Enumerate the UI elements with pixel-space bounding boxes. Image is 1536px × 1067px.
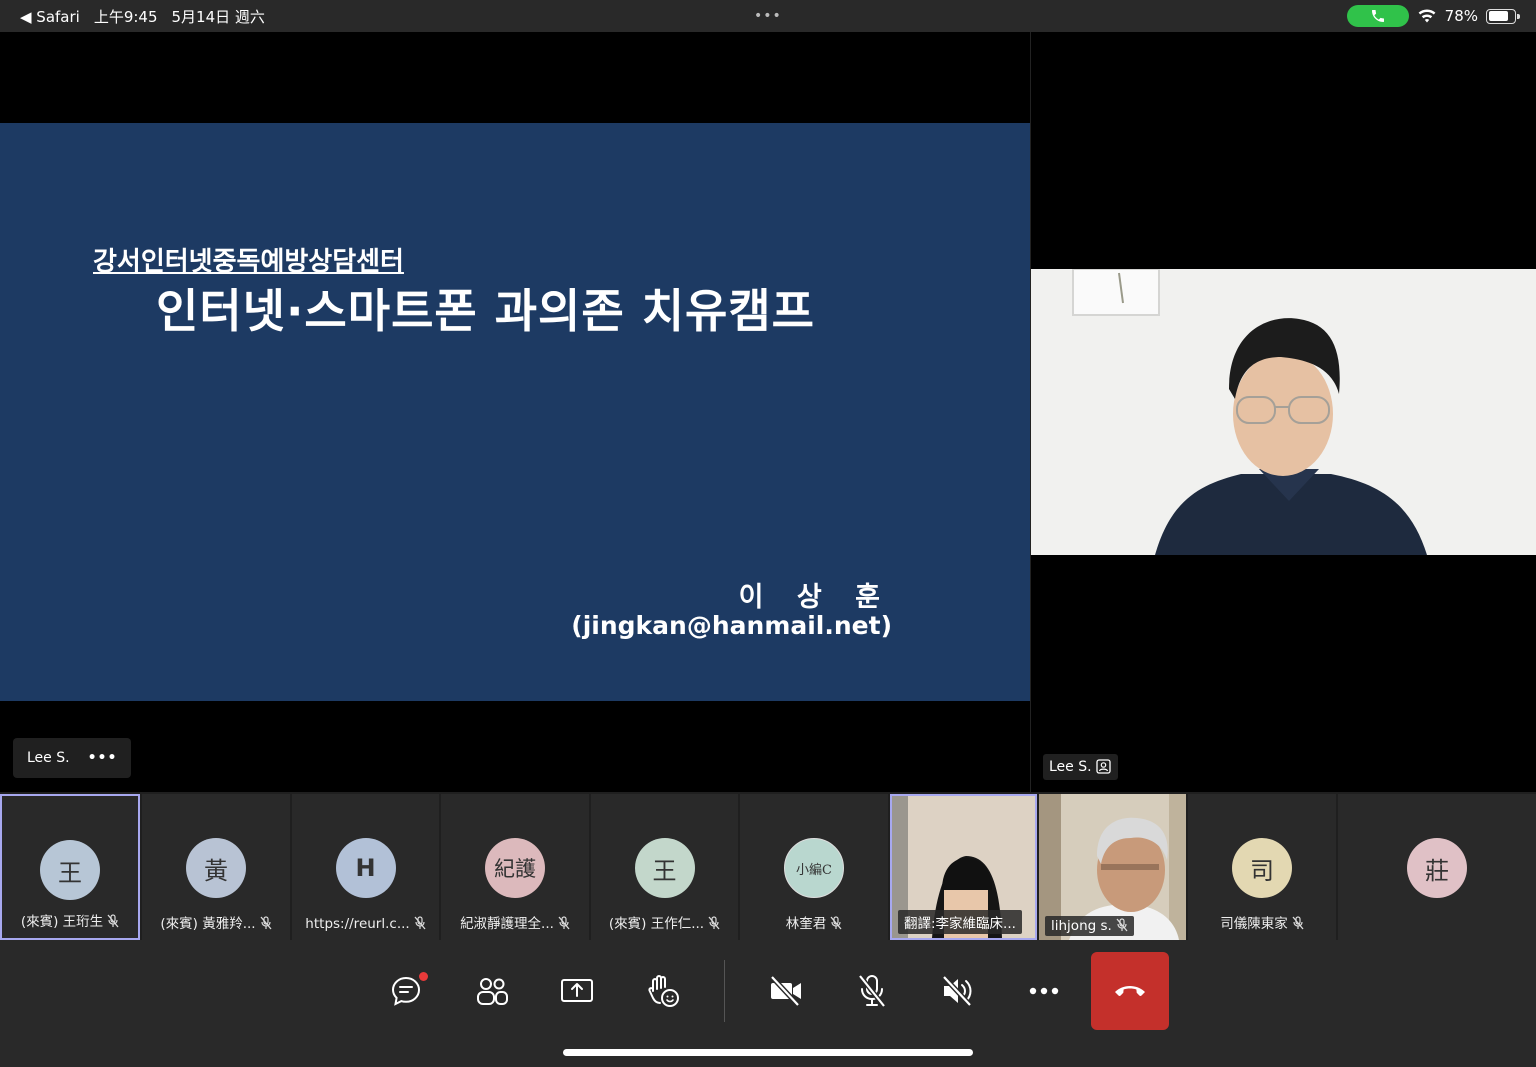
mic-off-icon	[858, 974, 886, 1008]
phone-icon	[1371, 10, 1384, 22]
participant-tile[interactable]: 司 司儀陳東家	[1188, 794, 1336, 940]
home-indicator[interactable]	[563, 1049, 973, 1056]
shared-content-stage[interactable]: 강서인터넷중독예방상담센터 인터넷·스마트폰 과의존 치유캠프 이 상 훈 (j…	[0, 32, 1030, 792]
battery-percent: 78%	[1444, 7, 1478, 25]
participant-name: 紀淑靜護理全...	[460, 916, 554, 932]
participant-tile[interactable]: 王 (來賓) 王作仁...	[591, 794, 738, 940]
participant-name: https://reurl.c...	[305, 916, 410, 932]
status-date: 5月14日 週六	[171, 8, 265, 26]
participant-avatar: 司	[1232, 838, 1292, 898]
speaker-video	[1031, 269, 1536, 555]
participant-avatar: 莊	[1407, 838, 1467, 898]
mic-off-icon	[260, 916, 272, 930]
participant-name: (來賓) 黃雅羚...	[160, 916, 256, 932]
speaker-off-icon	[942, 975, 972, 1007]
participant-tile[interactable]: 黃 (來賓) 黃雅羚...	[142, 794, 290, 940]
people-icon	[477, 978, 508, 1005]
main-stage-name-chip[interactable]: Lee S. •••	[13, 738, 132, 778]
leave-call-button[interactable]	[1091, 952, 1169, 1030]
main-stage-more-icon[interactable]: •••	[88, 750, 118, 766]
slide-subtitle: 강서인터넷중독예방상담센터	[93, 247, 404, 277]
participant-avatar: 黃	[186, 838, 246, 898]
chat-icon	[391, 976, 421, 1006]
participant-name: (來賓) 王珩生	[20, 914, 104, 930]
participant-video-tile[interactable]: lihjong s.	[1039, 794, 1186, 940]
status-bar: ◀ Safari 上午9:45 5月14日 週六 ••• 78%	[0, 0, 1536, 32]
status-time: 上午9:45	[93, 8, 158, 26]
side-stage-name-chip: Lee S.	[1043, 754, 1118, 780]
slide-presenter-name: 이 상 훈	[738, 582, 892, 613]
mic-off-icon	[1116, 918, 1128, 932]
participant-name: 司儀陳東家	[1220, 916, 1288, 932]
battery-icon	[1486, 8, 1520, 24]
participant-tile[interactable]: 莊	[1338, 794, 1536, 940]
spotlight-icon	[1095, 759, 1111, 774]
mic-off-icon	[107, 914, 119, 928]
participant-avatar: 王	[634, 838, 695, 898]
participant-tile[interactable]: 小編C 林奎君	[740, 794, 888, 940]
participant-name: (來賓) 王作仁...	[608, 916, 705, 932]
participant-tile[interactable]: H https://reurl.c...	[292, 794, 439, 940]
speaker-video-image	[1031, 269, 1536, 555]
hangup-icon	[1115, 986, 1145, 996]
meeting-toolbar	[0, 940, 1536, 1067]
speaker-video-stage[interactable]: Lee S.	[1030, 32, 1536, 792]
participant-name: lihjong s.	[1051, 918, 1112, 934]
speaker-toggle-button[interactable]	[919, 952, 997, 1030]
mic-off-icon	[708, 916, 720, 930]
mic-off-icon	[1292, 916, 1304, 930]
participant-tile[interactable]: 王 (來賓) 王珩生	[0, 794, 140, 940]
participant-tile[interactable]: 紀護 紀淑靜護理全...	[441, 794, 589, 940]
raise-hand-icon	[648, 975, 679, 1007]
presentation-slide: 강서인터넷중독예방상담센터 인터넷·스마트폰 과의존 치유캠프 이 상 훈 (j…	[0, 123, 1030, 701]
participant-name: 林奎君	[785, 916, 827, 932]
mic-off-icon	[558, 916, 570, 930]
participant-name: 翻譯:李家維臨床...	[898, 910, 1022, 934]
toolbar-divider	[724, 960, 725, 1022]
participant-avatar: 王	[40, 840, 100, 900]
mic-toggle-button[interactable]	[833, 952, 911, 1030]
chat-notification-badge	[419, 972, 428, 981]
multitasking-dots[interactable]: •••	[754, 8, 782, 24]
slide-presenter-email: (jingkan@hanmail.net)	[571, 611, 892, 640]
more-icon	[1029, 987, 1059, 995]
side-stage-name: Lee S.	[1049, 759, 1092, 775]
slide-title: 인터넷·스마트폰 과의존 치유캠프	[156, 284, 815, 338]
participants-button[interactable]	[453, 952, 531, 1030]
mic-off-icon	[414, 916, 426, 930]
main-stage-name: Lee S.	[27, 750, 70, 766]
participant-strip[interactable]: 王 (來賓) 王珩生 黃 (來賓) 黃雅羚... H https://reurl…	[0, 792, 1536, 940]
reactions-button[interactable]	[624, 952, 702, 1030]
participant-avatar: H	[335, 838, 396, 898]
chat-button[interactable]	[367, 952, 445, 1030]
participant-avatar: 小編C	[784, 838, 844, 898]
back-to-safari-link[interactable]: ◀ Safari	[20, 8, 80, 26]
mic-off-icon	[830, 916, 842, 930]
camera-toggle-button[interactable]	[747, 952, 825, 1030]
share-screen-icon	[561, 979, 593, 1002]
active-call-pill[interactable]	[1346, 5, 1409, 27]
participant-video-tile[interactable]: 翻譯:李家維臨床...	[890, 794, 1037, 940]
participant-avatar: 紀護	[485, 838, 545, 898]
camera-off-icon	[770, 975, 801, 1007]
wifi-icon	[1418, 9, 1436, 23]
share-screen-button[interactable]	[538, 952, 616, 1030]
more-options-button[interactable]	[1005, 952, 1083, 1030]
